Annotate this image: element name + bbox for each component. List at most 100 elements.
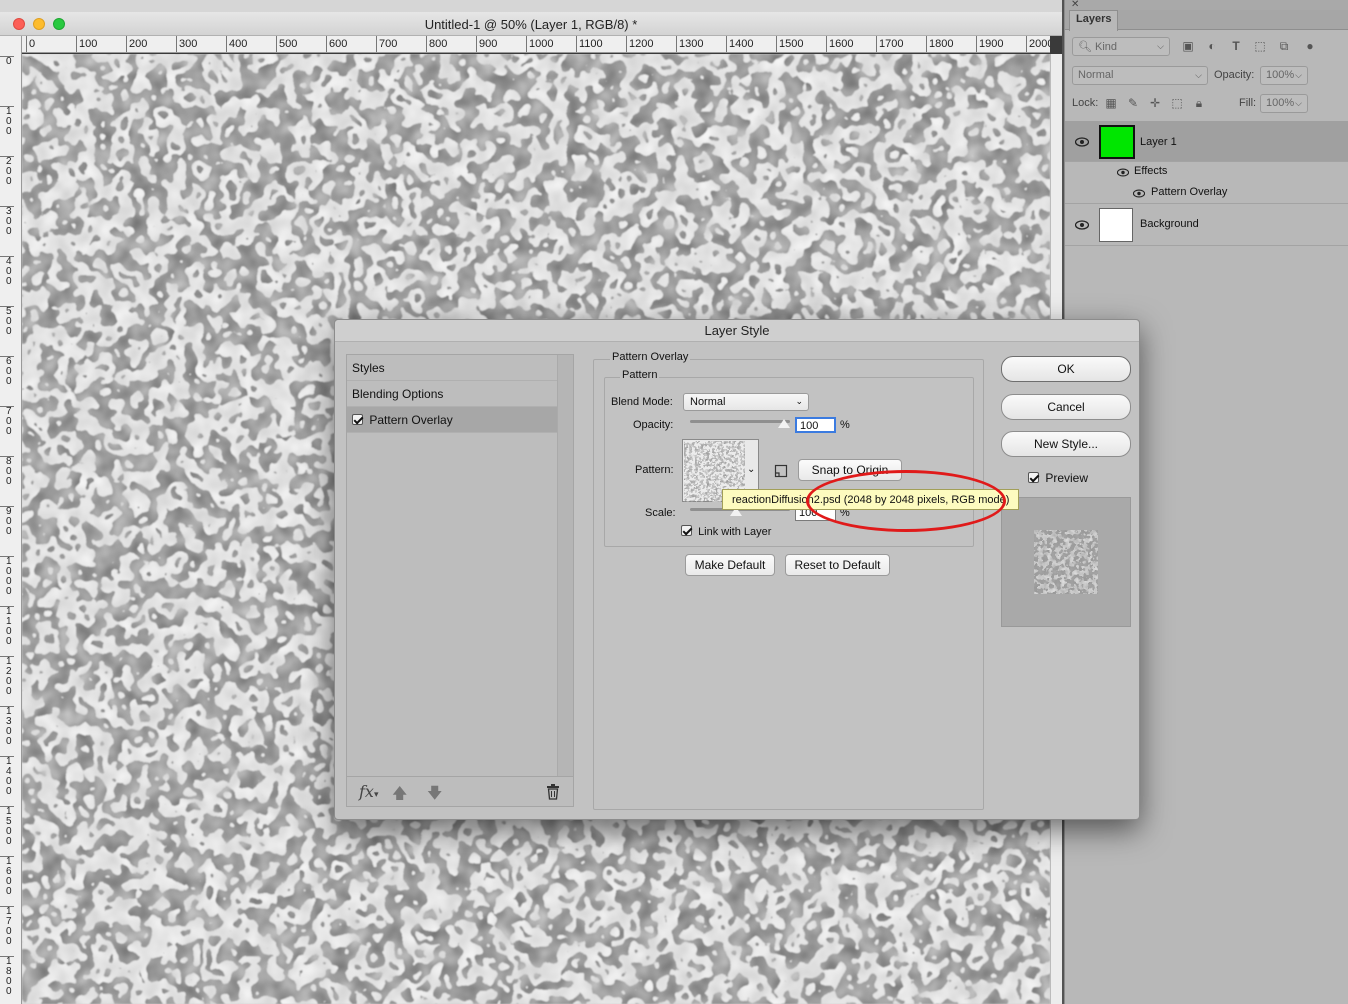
pattern-overlay-effect-row[interactable]: Pattern Overlay [1065, 182, 1348, 204]
opacity-slider-track[interactable] [690, 420, 790, 423]
move-effect-up-icon[interactable]: 🡅︎ [392, 783, 407, 808]
ruler-h-tick: 800 [426, 36, 447, 52]
close-panel-icon[interactable]: ✕ [1071, 0, 1079, 10]
ruler-v-tick: 300 [0, 206, 14, 237]
move-effect-down-icon[interactable]: 🡇︎ [427, 783, 442, 808]
ruler-v-tick: 1700 [0, 906, 14, 947]
pattern-picker-chevron-icon[interactable]: ⌄ [747, 464, 755, 475]
pattern-overlay-heading: Pattern Overlay [610, 351, 691, 363]
ruler-h-tick: 1000 [526, 36, 553, 52]
adjustment-layer-filter-icon[interactable]: ◐ [1204, 38, 1220, 54]
chevron-down-icon: ⌄ [795, 396, 803, 406]
vertical-ruler[interactable]: 0 100 200 300 400 500 600 700 800 900 1000 1100 1200… [0, 36, 22, 1004]
effects-visibility-eye-icon[interactable] [1117, 168, 1129, 177]
ruler-v-tick: 200 [0, 156, 14, 187]
styles-list: Styles Blending Options Pattern Overlay … [346, 354, 574, 807]
lock-position-move-icon[interactable]: ✛ [1147, 95, 1163, 111]
ruler-h-tick: 300 [176, 36, 197, 52]
layer-1-thumbnail[interactable] [1099, 125, 1135, 159]
layer-name[interactable]: Layer 1 [1140, 136, 1177, 148]
reset-to-default-button[interactable]: Reset to Default [785, 554, 890, 576]
lock-artboard-icon[interactable]: ⬚ [1169, 95, 1185, 111]
blend-mode-select[interactable]: Normal ⌄ [683, 393, 809, 411]
red-annotation-ellipse [806, 470, 1006, 532]
ruler-v-tick: 1300 [0, 706, 14, 747]
preview-label: Preview [1045, 471, 1089, 485]
layer-name[interactable]: Background [1140, 218, 1199, 230]
pattern-overlay-effect-label: Pattern Overlay [1151, 186, 1228, 198]
pixel-layer-filter-icon[interactable]: ▣ [1180, 38, 1196, 54]
ruler-h-tick: 400 [226, 36, 247, 52]
style-preview-swatch [1034, 530, 1098, 594]
background-thumbnail[interactable] [1099, 208, 1133, 242]
dialog-title: Layer Style [335, 320, 1139, 342]
document-title: Untitled-1 @ 50% (Layer 1, RGB/8) * [424, 17, 638, 32]
ruler-v-tick: 1800 [0, 956, 14, 997]
lock-transparent-icon[interactable]: ▦ [1103, 95, 1119, 111]
blend-mode-label: Blend Mode: [611, 396, 673, 408]
make-default-button[interactable]: Make Default [685, 554, 775, 576]
new-preset-from-pattern-icon[interactable] [774, 464, 788, 478]
ruler-h-tick: 600 [326, 36, 347, 52]
ok-button[interactable]: OK [1001, 356, 1131, 382]
pattern-heading: Pattern [620, 369, 660, 381]
filter-toggle-icon[interactable]: ● [1302, 38, 1318, 54]
type-layer-filter-icon[interactable]: T [1228, 38, 1244, 54]
search-icon: 🔍︎ [1078, 41, 1092, 53]
ruler-v-tick: 500 [0, 306, 14, 337]
pattern-overlay-visibility-eye-icon[interactable] [1133, 189, 1145, 198]
ruler-v-tick: 100 [0, 106, 14, 137]
styles-item-styles[interactable]: Styles [347, 355, 557, 381]
opacity-input[interactable]: 100 [795, 417, 836, 433]
horizontal-ruler[interactable]: 0 100 200 300 400 500 600 700 800 900 1000 1100 1200… [22, 36, 1050, 53]
opacity-slider-thumb[interactable] [778, 419, 790, 428]
ruler-v-tick: 1200 [0, 656, 14, 697]
new-style-button[interactable]: New Style... [1001, 431, 1131, 457]
ruler-v-tick: 1500 [0, 806, 14, 847]
ruler-h-tick: 1400 [726, 36, 753, 52]
chevron-down-icon: ⌵ [1295, 70, 1302, 80]
chevron-down-icon: ⌵ [1295, 98, 1302, 108]
styles-scrollbar[interactable] [557, 355, 573, 778]
ruler-h-tick: 1100 [576, 36, 603, 52]
styles-item-blending-options[interactable]: Blending Options [347, 381, 557, 407]
trash-icon[interactable] [546, 784, 560, 800]
ruler-h-tick: 500 [276, 36, 297, 52]
layer-blend-mode-select[interactable]: Normal ⌵ [1072, 66, 1208, 85]
preview-option[interactable]: Preview [1028, 471, 1088, 485]
ruler-v-tick: 0 [0, 56, 14, 67]
smart-object-filter-icon[interactable]: ⧉ [1276, 38, 1292, 54]
layer-opacity-field[interactable]: 100% ⌵ [1260, 66, 1308, 85]
kind-filter-select[interactable]: 🔍︎ Kind ⌵ [1072, 37, 1170, 56]
layer-opacity-label: Opacity: [1214, 69, 1255, 81]
styles-footer: fx▾ 🡅︎ 🡇︎ [347, 776, 573, 806]
link-with-layer-checkbox[interactable] [681, 525, 692, 536]
add-effect-fx-icon[interactable]: fx▾ [359, 782, 378, 801]
ruler-h-tick: 100 [76, 36, 97, 52]
ruler-v-tick: 1400 [0, 756, 14, 797]
layer-effects-row[interactable]: Effects [1065, 162, 1348, 182]
visibility-eye-icon[interactable] [1075, 137, 1089, 147]
opacity-percent-sign: % [840, 419, 850, 431]
ruler-v-tick: 700 [0, 406, 14, 437]
ruler-h-tick: 1500 [776, 36, 803, 52]
scale-label: Scale: [645, 507, 676, 519]
lock-all-icon[interactable]: 🔒︎ [1191, 95, 1207, 111]
cancel-button[interactable]: Cancel [1001, 394, 1131, 420]
fill-field[interactable]: 100% ⌵ [1260, 94, 1308, 113]
styles-item-pattern-overlay[interactable]: Pattern Overlay [347, 407, 557, 433]
panel-tab-bar: Layers [1065, 10, 1348, 31]
lock-image-brush-icon[interactable]: ✎ [1125, 95, 1141, 111]
layer-row-layer-1[interactable]: Layer 1 [1065, 121, 1348, 162]
kind-filter-value: Kind [1095, 41, 1118, 53]
pattern-overlay-checkbox[interactable] [352, 414, 363, 425]
layer-row-background[interactable]: Background [1065, 204, 1348, 246]
shape-layer-filter-icon[interactable]: ⬚ [1252, 38, 1268, 54]
tab-layers[interactable]: Layers [1069, 10, 1119, 31]
ruler-h-tick: 1700 [876, 36, 903, 52]
ruler-v-tick: 400 [0, 256, 14, 287]
visibility-eye-icon[interactable] [1075, 220, 1089, 230]
preview-checkbox[interactable] [1028, 472, 1039, 483]
link-with-layer-option[interactable]: Link with Layer [681, 525, 771, 538]
ruler-h-tick: 2000 [1026, 36, 1050, 52]
